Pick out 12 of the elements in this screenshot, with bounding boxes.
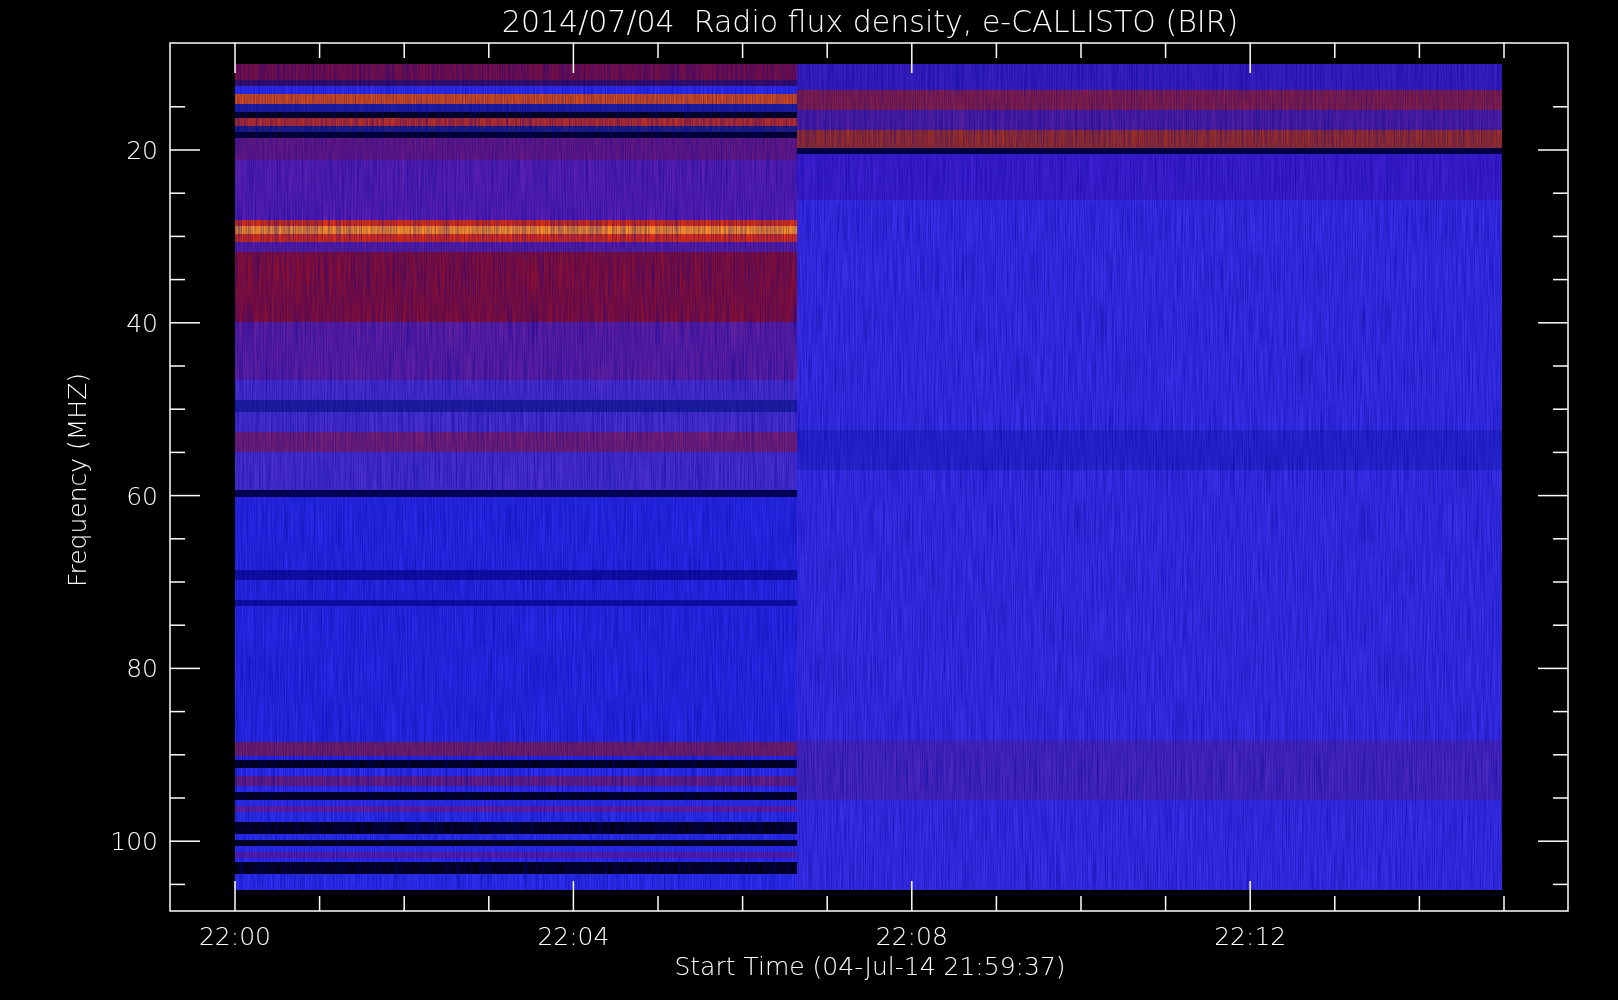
plot-title: 2014/07/04 Radio flux density, e-CALLISTO (BIR) xyxy=(501,4,1239,39)
x-tick-label: 22:12 xyxy=(1214,922,1287,951)
x-tick-label: 22:00 xyxy=(199,922,271,951)
y-tick-label: 80 xyxy=(126,654,158,684)
x-axis-label: Start Time (04-Jul-14 21:59:37) xyxy=(674,952,1066,981)
x-tick-label: 22:04 xyxy=(537,922,610,951)
y-tick-label: 40 xyxy=(126,308,158,338)
x-tick-label: 22:08 xyxy=(875,922,948,951)
y-axis-label: Frequency (MHZ) xyxy=(63,372,92,588)
y-tick-label: 20 xyxy=(126,136,158,165)
y-tick-label: 100 xyxy=(110,827,158,857)
y-tick-label: 60 xyxy=(126,481,158,511)
